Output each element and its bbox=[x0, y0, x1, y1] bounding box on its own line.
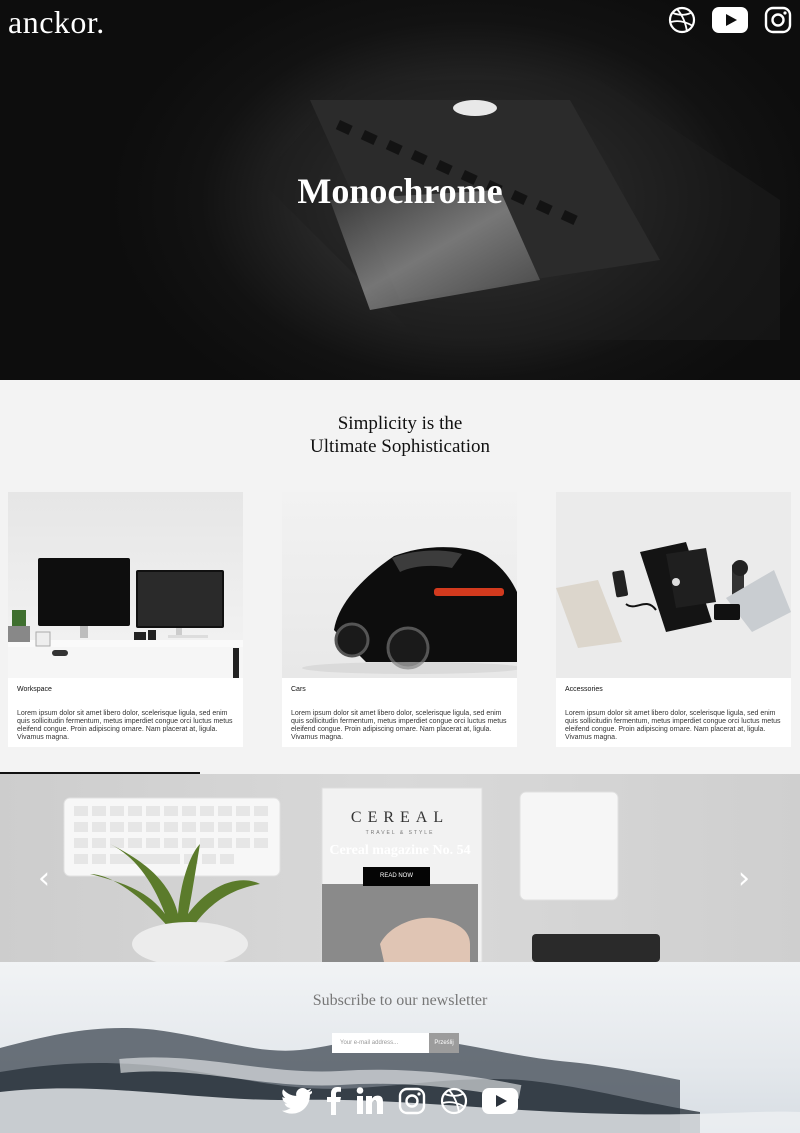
card-workspace[interactable]: Workspace Lorem ipsum dolor sit amet lib… bbox=[8, 492, 243, 747]
instagram-icon[interactable] bbox=[398, 1087, 426, 1115]
card-caption: Workspace bbox=[17, 686, 52, 693]
read-now-button[interactable]: READ NOW bbox=[363, 867, 430, 886]
intro-heading: Simplicity is the Ultimate Sophisticatio… bbox=[0, 412, 800, 458]
hero-section: anckor. Monochrome bbox=[0, 0, 800, 380]
facebook-icon[interactable] bbox=[326, 1087, 342, 1115]
footer-social-links bbox=[0, 1087, 800, 1115]
magazine-title: CEREAL bbox=[351, 809, 449, 826]
card-text: Lorem ipsum dolor sit amet libero dolor,… bbox=[291, 710, 507, 741]
email-input[interactable]: Your e-mail address... bbox=[332, 1033, 429, 1053]
subscribe-button[interactable]: Prześlij bbox=[429, 1033, 459, 1053]
accessories-image bbox=[556, 492, 791, 678]
newsletter-title: Subscribe to our newsletter bbox=[312, 992, 488, 1009]
card-caption: Accessories bbox=[565, 686, 603, 693]
twitter-icon[interactable] bbox=[282, 1088, 312, 1114]
magazine-subtitle: TRAVEL & STYLE bbox=[366, 830, 435, 836]
linkedin-icon[interactable] bbox=[356, 1087, 384, 1115]
dribbble-icon[interactable] bbox=[668, 6, 696, 34]
hero-title: Monochrome bbox=[297, 171, 503, 211]
card-text: Lorem ipsum dolor sit amet libero dolor,… bbox=[17, 710, 233, 741]
youtube-icon[interactable] bbox=[712, 7, 748, 33]
instagram-icon[interactable] bbox=[764, 6, 792, 34]
featured-slider: CEREAL TRAVEL & STYLE Cereal magazine No… bbox=[0, 774, 800, 962]
intro-line-1: Simplicity is the bbox=[337, 413, 463, 434]
newsletter-section: Subscribe to our newsletter Your e-mail … bbox=[0, 962, 800, 1133]
header-social-links bbox=[668, 6, 792, 34]
slide-title: Cereal magazine No. 54 bbox=[329, 843, 471, 858]
card-text: Lorem ipsum dolor sit amet libero dolor,… bbox=[565, 710, 781, 741]
slider-prev-arrow[interactable]: ‹ bbox=[38, 864, 50, 894]
slider-next-arrow[interactable]: › bbox=[738, 864, 750, 894]
youtube-icon[interactable] bbox=[482, 1088, 518, 1114]
card-accessories[interactable]: Accessories Lorem ipsum dolor sit amet l… bbox=[556, 492, 791, 747]
brand-logo[interactable]: anckor. bbox=[8, 4, 105, 41]
dribbble-icon[interactable] bbox=[440, 1087, 468, 1115]
workspace-image bbox=[8, 492, 243, 678]
car-image bbox=[282, 492, 517, 678]
card-cars[interactable]: Cars Lorem ipsum dolor sit amet libero d… bbox=[282, 492, 517, 747]
intro-line-2: Ultimate Sophistication bbox=[310, 436, 490, 457]
card-caption: Cars bbox=[291, 686, 306, 693]
